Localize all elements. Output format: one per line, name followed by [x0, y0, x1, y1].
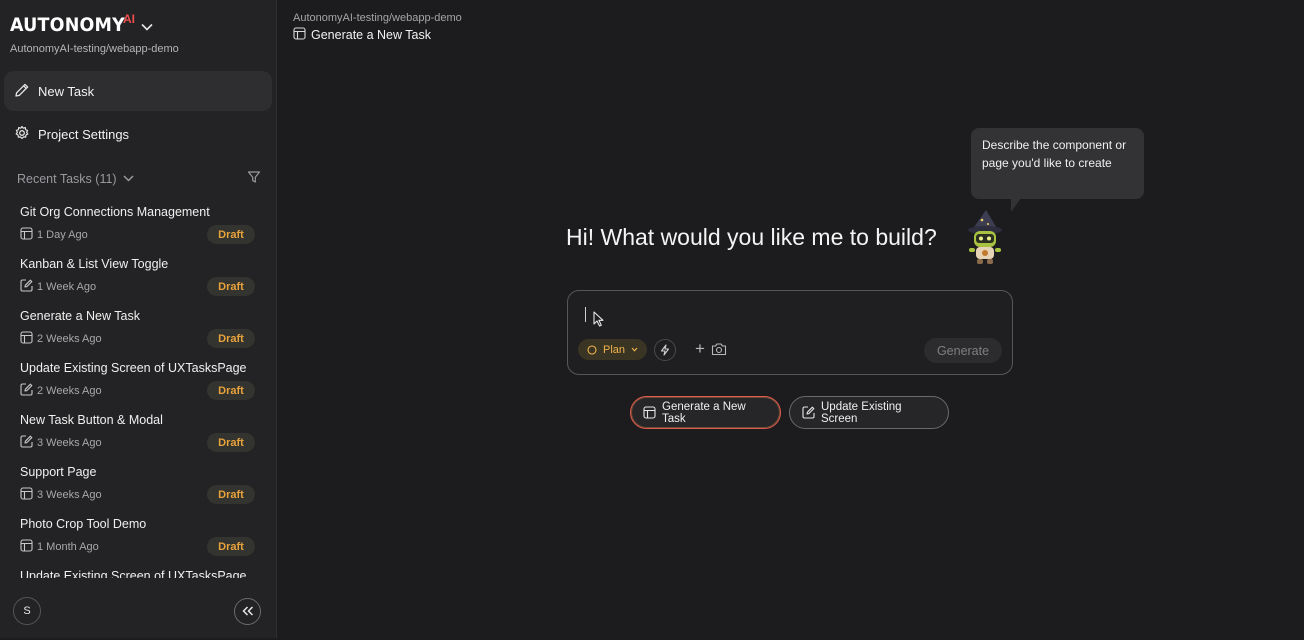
update-existing-screen-button[interactable]: Update Existing Screen: [789, 396, 949, 429]
layout-icon: [20, 331, 37, 347]
status-badge: Draft: [207, 277, 255, 296]
chevron-down-icon: [631, 347, 638, 352]
assistant-tooltip: Describe the component or page you'd lik…: [971, 128, 1144, 199]
mouse-cursor-icon: [593, 311, 604, 332]
chevrons-left-icon: [241, 603, 254, 621]
collapse-sidebar-button[interactable]: [234, 598, 261, 625]
layout-icon: [293, 27, 311, 43]
screenshot-button[interactable]: [711, 342, 727, 361]
task-title: Support Page: [20, 465, 97, 479]
page-title: Generate a New Task: [293, 27, 431, 43]
text-caret: [585, 307, 586, 322]
task-item[interactable]: Photo Crop Tool Demo 1 Month Ago Draft: [0, 512, 277, 564]
edit-screen-icon: [20, 435, 37, 451]
task-title: Generate a New Task: [20, 309, 140, 323]
task-item[interactable]: Update Existing Screen of UXTasksPage 2 …: [0, 356, 277, 408]
layout-icon: [20, 539, 37, 555]
plus-icon: +: [695, 339, 705, 358]
status-badge: Draft: [207, 433, 255, 452]
pencil-icon: [14, 82, 38, 101]
chevron-down-icon[interactable]: [141, 18, 153, 36]
edit-screen-icon: [20, 279, 37, 295]
task-title: New Task Button & Modal: [20, 413, 163, 427]
generate-new-task-button[interactable]: Generate a New Task: [630, 396, 781, 429]
brand-logo: AUTONOMY: [10, 14, 125, 36]
task-time: 3 Weeks Ago: [37, 437, 102, 449]
task-time: 2 Weeks Ago: [37, 385, 102, 397]
plan-mode-label: Plan: [602, 343, 626, 356]
nav-label: Project Settings: [38, 126, 130, 142]
wizard-mascot-icon: [964, 208, 1008, 271]
gear-icon: [14, 125, 38, 144]
task-item[interactable]: New Task Button & Modal 3 Weeks Ago Draf…: [0, 408, 277, 460]
hero-heading: Hi! What would you like me to build?: [566, 224, 937, 250]
status-badge: Draft: [207, 485, 255, 504]
task-item[interactable]: Generate a New Task 2 Weeks Ago Draft: [0, 304, 277, 356]
task-item[interactable]: Kanban & List View Toggle 1 Week Ago Dra…: [0, 252, 277, 304]
task-time: 2 Weeks Ago: [37, 333, 102, 345]
recent-task-list: Git Org Connections Management 1 Day Ago…: [0, 200, 277, 578]
edit-screen-icon: [20, 383, 37, 399]
user-avatar[interactable]: S: [13, 597, 41, 625]
layout-icon: [20, 227, 37, 243]
task-title: Kanban & List View Toggle: [20, 257, 169, 271]
status-badge: Draft: [207, 537, 255, 556]
lightning-icon: [660, 344, 670, 356]
task-item[interactable]: Update Existing Screen of UXTasksPage: [0, 564, 277, 578]
action-label: Generate a New Task: [662, 400, 746, 425]
task-title: Update Existing Screen of UXTasksPage: [20, 569, 247, 578]
recent-tasks-header[interactable]: Recent Tasks (11): [17, 170, 261, 187]
task-time: 1 Week Ago: [37, 281, 97, 293]
prompt-input[interactable]: Plan + Generate: [567, 290, 1013, 375]
page-title-text: Generate a New Task: [311, 28, 431, 42]
layout-icon: [643, 406, 662, 419]
task-time: 1 Day Ago: [37, 229, 88, 241]
add-attachment-button[interactable]: +: [695, 340, 705, 358]
brand-switcher[interactable]: AUTONOMY AI: [10, 12, 153, 36]
task-item[interactable]: Git Org Connections Management 1 Day Ago…: [0, 200, 277, 252]
tooltip-tail: [1011, 198, 1021, 212]
task-item[interactable]: Support Page 3 Weeks Ago Draft: [0, 460, 277, 512]
layout-icon: [20, 487, 37, 503]
edit-screen-icon: [802, 406, 821, 419]
chevron-down-icon[interactable]: [123, 175, 134, 182]
recent-tasks-label: Recent Tasks (11): [17, 171, 117, 186]
task-time: 1 Month Ago: [37, 541, 99, 553]
chat-bubble-icon: [587, 344, 597, 355]
camera-icon: [711, 343, 727, 360]
action-label: Update Existing Screen: [821, 400, 902, 425]
project-name: AutonomyAI-testing/webapp-demo: [10, 43, 179, 55]
task-time: 3 Weeks Ago: [37, 489, 102, 501]
nav-project-settings[interactable]: Project Settings: [4, 114, 272, 154]
generate-button[interactable]: Generate: [924, 338, 1002, 363]
nav-new-task[interactable]: New Task: [4, 71, 272, 111]
task-title: Update Existing Screen of UXTasksPage: [20, 361, 247, 375]
plan-mode-dropdown[interactable]: Plan: [578, 339, 647, 360]
status-badge: Draft: [207, 329, 255, 348]
nav-label: New Task: [38, 83, 95, 99]
task-title: Git Org Connections Management: [20, 205, 210, 219]
status-badge: Draft: [207, 381, 255, 400]
task-title: Photo Crop Tool Demo: [20, 517, 147, 531]
status-badge: Draft: [207, 225, 255, 244]
breadcrumb[interactable]: AutonomyAI-testing/webapp-demo: [293, 12, 462, 24]
quick-action-button[interactable]: [654, 339, 676, 361]
filter-icon[interactable]: [247, 170, 261, 187]
sidebar: AUTONOMY AI AutonomyAI-testing/webapp-de…: [0, 0, 277, 638]
